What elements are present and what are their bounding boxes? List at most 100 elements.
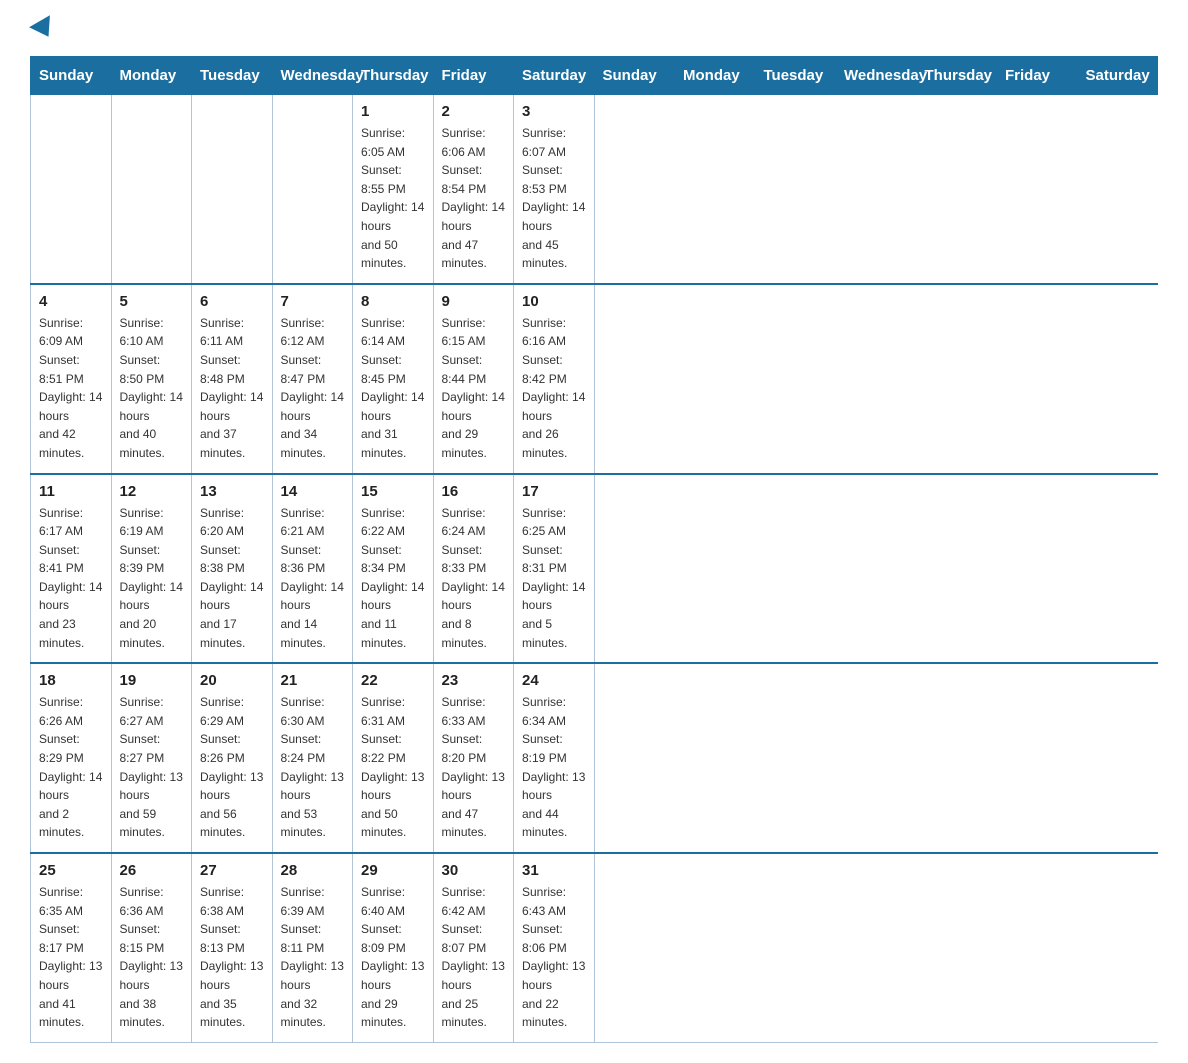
calendar-day-cell: 15 Sunrise: 6:22 AMSunset: 8:34 PMDayligh… (353, 474, 434, 664)
day-info: Sunrise: 6:42 AMSunset: 8:07 PMDaylight:… (442, 883, 506, 1032)
day-info: Sunrise: 6:20 AMSunset: 8:38 PMDaylight:… (200, 504, 264, 653)
day-info: Sunrise: 6:29 AMSunset: 8:26 PMDaylight:… (200, 693, 264, 842)
day-number: 20 (200, 672, 264, 689)
calendar-day-cell: 20 Sunrise: 6:29 AMSunset: 8:26 PMDayligh… (192, 663, 273, 853)
day-info: Sunrise: 6:30 AMSunset: 8:24 PMDaylight:… (281, 693, 345, 842)
day-of-week-header: Tuesday (755, 57, 836, 95)
calendar-day-cell: 17 Sunrise: 6:25 AMSunset: 8:31 PMDayligh… (514, 474, 595, 664)
calendar-day-cell: 12 Sunrise: 6:19 AMSunset: 8:39 PMDayligh… (111, 474, 192, 664)
day-number: 21 (281, 672, 345, 689)
day-of-week-header: Thursday (353, 57, 434, 95)
calendar-day-cell: 9 Sunrise: 6:15 AMSunset: 8:44 PMDaylight… (433, 284, 514, 474)
calendar-header-row: SundayMondayTuesdayWednesdayThursdayFrid… (31, 57, 1158, 95)
calendar-day-cell: 22 Sunrise: 6:31 AMSunset: 8:22 PMDayligh… (353, 663, 434, 853)
day-number: 12 (120, 483, 184, 500)
calendar-week-row: 11Sunrise: 6:17 AMSunset: 8:41 PMDayligh… (31, 474, 1158, 664)
calendar-day-cell: 2Sunrise: 6:06 AMSunset: 8:54 PMDaylight… (433, 95, 514, 284)
day-number: 10 (522, 293, 586, 310)
day-info: Sunrise: 6:19 AMSunset: 8:39 PMDaylight:… (120, 504, 184, 653)
calendar-day-cell: 5 Sunrise: 6:10 AMSunset: 8:50 PMDaylight… (111, 284, 192, 474)
day-info: Sunrise: 6:36 AMSunset: 8:15 PMDaylight:… (120, 883, 184, 1032)
calendar-day-cell: 31Sunrise: 6:43 AMSunset: 8:06 PMDayligh… (514, 853, 595, 1042)
day-of-week-header: Thursday (916, 57, 997, 95)
day-info: Sunrise: 6:26 AMSunset: 8:29 PMDaylight:… (39, 693, 103, 842)
calendar-day-cell: 13 Sunrise: 6:20 AMSunset: 8:38 PMDayligh… (192, 474, 273, 664)
day-number: 25 (39, 862, 103, 879)
calendar-day-cell: 6 Sunrise: 6:11 AMSunset: 8:48 PMDaylight… (192, 284, 273, 474)
day-info: Sunrise: 6:35 AMSunset: 8:17 PMDaylight:… (39, 883, 103, 1032)
day-number: 4 (39, 293, 103, 310)
day-info: Sunrise: 6:14 AMSunset: 8:45 PMDaylight:… (361, 314, 425, 463)
calendar-day-cell: 23 Sunrise: 6:33 AMSunset: 8:20 PMDayligh… (433, 663, 514, 853)
calendar-day-cell: 19 Sunrise: 6:27 AMSunset: 8:27 PMDayligh… (111, 663, 192, 853)
day-info: Sunrise: 6:11 AMSunset: 8:48 PMDaylight:… (200, 314, 264, 463)
day-number: 19 (120, 672, 184, 689)
calendar-day-cell (31, 95, 112, 284)
day-info: Sunrise: 6:27 AMSunset: 8:27 PMDaylight:… (120, 693, 184, 842)
day-number: 22 (361, 672, 425, 689)
day-of-week-header: Monday (111, 57, 192, 95)
day-number: 27 (200, 862, 264, 879)
day-number: 7 (281, 293, 345, 310)
day-number: 13 (200, 483, 264, 500)
day-info: Sunrise: 6:25 AMSunset: 8:31 PMDaylight:… (522, 504, 586, 653)
day-info: Sunrise: 6:15 AMSunset: 8:44 PMDaylight:… (442, 314, 506, 463)
calendar-day-cell: 29 Sunrise: 6:40 AMSunset: 8:09 PMDayligh… (353, 853, 434, 1042)
calendar-week-row: 18 Sunrise: 6:26 AMSunset: 8:29 PMDayligh… (31, 663, 1158, 853)
day-number: 3 (522, 103, 586, 120)
day-of-week-header: Sunday (594, 57, 675, 95)
day-info: Sunrise: 6:22 AMSunset: 8:34 PMDaylight:… (361, 504, 425, 653)
day-info: Sunrise: 6:34 AMSunset: 8:19 PMDaylight:… (522, 693, 586, 842)
calendar-day-cell: 30Sunrise: 6:42 AMSunset: 8:07 PMDayligh… (433, 853, 514, 1042)
day-of-week-header: Friday (433, 57, 514, 95)
logo (30, 20, 58, 38)
day-number: 15 (361, 483, 425, 500)
day-info: Sunrise: 6:10 AMSunset: 8:50 PMDaylight:… (120, 314, 184, 463)
calendar-table: SundayMondayTuesdayWednesdayThursdayFrid… (30, 56, 1158, 1043)
day-info: Sunrise: 6:39 AMSunset: 8:11 PMDaylight:… (281, 883, 345, 1032)
day-of-week-header: Wednesday (272, 57, 353, 95)
day-info: Sunrise: 6:33 AMSunset: 8:20 PMDaylight:… (442, 693, 506, 842)
page-header (30, 20, 1158, 38)
calendar-day-cell: 26 Sunrise: 6:36 AMSunset: 8:15 PMDayligh… (111, 853, 192, 1042)
calendar-day-cell: 21 Sunrise: 6:30 AMSunset: 8:24 PMDayligh… (272, 663, 353, 853)
calendar-day-cell (111, 95, 192, 284)
calendar-day-cell: 24 Sunrise: 6:34 AMSunset: 8:19 PMDayligh… (514, 663, 595, 853)
calendar-day-cell: 16Sunrise: 6:24 AMSunset: 8:33 PMDayligh… (433, 474, 514, 664)
day-number: 24 (522, 672, 586, 689)
day-number: 9 (442, 293, 506, 310)
day-number: 17 (522, 483, 586, 500)
day-info: Sunrise: 6:21 AMSunset: 8:36 PMDaylight:… (281, 504, 345, 653)
day-info: Sunrise: 6:38 AMSunset: 8:13 PMDaylight:… (200, 883, 264, 1032)
calendar-day-cell: 1Sunrise: 6:05 AMSunset: 8:55 PMDaylight… (353, 95, 434, 284)
day-number: 8 (361, 293, 425, 310)
calendar-day-cell: 14 Sunrise: 6:21 AMSunset: 8:36 PMDayligh… (272, 474, 353, 664)
day-info: Sunrise: 6:31 AMSunset: 8:22 PMDaylight:… (361, 693, 425, 842)
day-number: 14 (281, 483, 345, 500)
day-info: Sunrise: 6:16 AMSunset: 8:42 PMDaylight:… (522, 314, 586, 463)
day-number: 29 (361, 862, 425, 879)
day-info: Sunrise: 6:06 AMSunset: 8:54 PMDaylight:… (442, 124, 506, 273)
day-of-week-header: Saturday (514, 57, 595, 95)
calendar-day-cell: 10 Sunrise: 6:16 AMSunset: 8:42 PMDayligh… (514, 284, 595, 474)
calendar-day-cell: 7Sunrise: 6:12 AMSunset: 8:47 PMDaylight… (272, 284, 353, 474)
calendar-day-cell (192, 95, 273, 284)
logo-arrow-icon (29, 15, 59, 43)
day-number: 5 (120, 293, 184, 310)
calendar-week-row: 1Sunrise: 6:05 AMSunset: 8:55 PMDaylight… (31, 95, 1158, 284)
day-of-week-header: Friday (997, 57, 1078, 95)
day-number: 18 (39, 672, 103, 689)
day-of-week-header: Sunday (31, 57, 112, 95)
calendar-week-row: 25 Sunrise: 6:35 AMSunset: 8:17 PMDayligh… (31, 853, 1158, 1042)
day-number: 1 (361, 103, 425, 120)
day-number: 26 (120, 862, 184, 879)
day-info: Sunrise: 6:40 AMSunset: 8:09 PMDaylight:… (361, 883, 425, 1032)
day-of-week-header: Wednesday (836, 57, 917, 95)
day-info: Sunrise: 6:17 AMSunset: 8:41 PMDaylight:… (39, 504, 103, 653)
day-number: 23 (442, 672, 506, 689)
day-info: Sunrise: 6:24 AMSunset: 8:33 PMDaylight:… (442, 504, 506, 653)
calendar-day-cell: 4 Sunrise: 6:09 AMSunset: 8:51 PMDaylight… (31, 284, 112, 474)
day-number: 6 (200, 293, 264, 310)
day-info: Sunrise: 6:09 AMSunset: 8:51 PMDaylight:… (39, 314, 103, 463)
calendar-day-cell: 8 Sunrise: 6:14 AMSunset: 8:45 PMDaylight… (353, 284, 434, 474)
